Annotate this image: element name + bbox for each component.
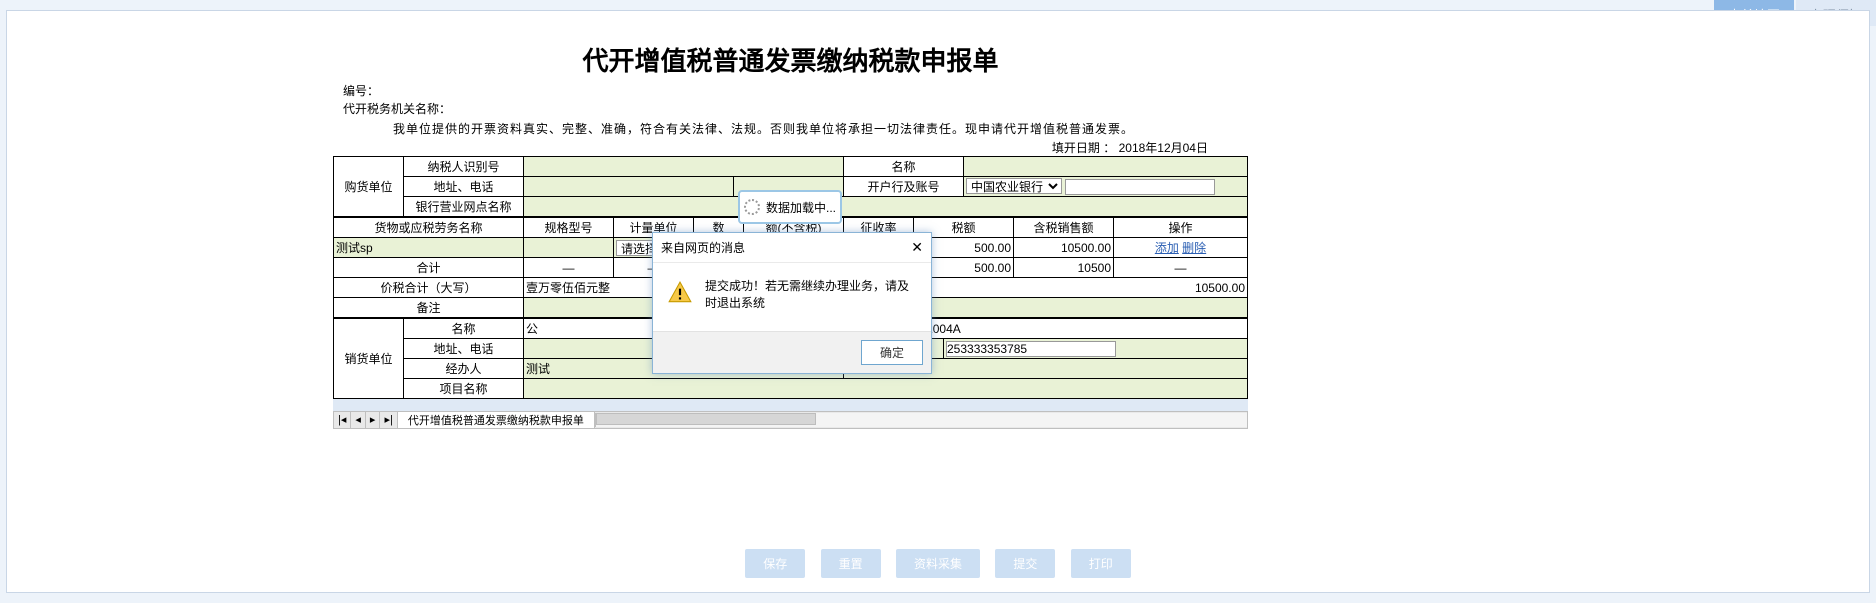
- remark-label: 备注: [334, 298, 524, 318]
- main-wrap: 代开增值税普通发票缴纳税款申报单 编号： 代开税务机关名称： 我单位提供的开票资…: [6, 10, 1870, 593]
- fill-date-value: 2018年12月04日: [1119, 141, 1208, 155]
- row-op: 添加 删除: [1114, 238, 1248, 258]
- disclaimer-text: 我单位提供的开票资料真实、完整、准确，符合有关法律、法规。否则我单位将承担一切法…: [333, 118, 1248, 139]
- reset-button[interactable]: 重置: [821, 549, 881, 578]
- sheet-tabs: |◂ ◂ ▸ ▸| 代开增值税普通发票缴纳税款申报单: [333, 411, 1248, 429]
- del-link[interactable]: 删除: [1182, 241, 1206, 255]
- warning-icon: [667, 280, 693, 309]
- seller-acc-cell: [944, 339, 1248, 359]
- nav-last[interactable]: ▸|: [380, 412, 397, 428]
- buyer-bank-select[interactable]: 中国农业银行: [966, 178, 1062, 194]
- sum-label: 合计: [334, 258, 524, 278]
- col-spec: 规格型号: [524, 218, 614, 238]
- buyer-addr-value[interactable]: [524, 177, 734, 197]
- seller-proj-label: 项目名称: [404, 379, 524, 399]
- print-button[interactable]: 打印: [1071, 549, 1131, 578]
- buyer-taxid-value[interactable]: [524, 157, 844, 177]
- fill-date-label: 填开日期 ：: [1052, 141, 1115, 155]
- buyer-name-label: 名称: [844, 157, 964, 177]
- save-button[interactable]: 保存: [745, 549, 805, 578]
- row-total: 10500.00: [1014, 238, 1114, 258]
- col-goods: 货物或应税劳务名称: [334, 218, 524, 238]
- add-link[interactable]: 添加: [1155, 241, 1179, 255]
- loading-pill: 数据加载中...: [738, 190, 842, 224]
- nav-prev[interactable]: ◂: [351, 412, 366, 428]
- seller-addr-label: 地址、电话: [404, 339, 524, 359]
- col-total: 含税销售额: [1014, 218, 1114, 238]
- spinner-icon: [744, 199, 760, 215]
- sum-d1: —: [524, 258, 614, 278]
- buyer-addr-label: 地址、电话: [404, 177, 524, 197]
- nav-first[interactable]: |◂: [334, 412, 351, 428]
- buyer-bank-acc-input[interactable]: [1065, 179, 1215, 195]
- bianhao-label: 编号：: [333, 82, 1248, 100]
- sum-d6: —: [1114, 258, 1248, 278]
- row-spec[interactable]: [524, 238, 614, 258]
- bottom-bar: 保存 重置 资料采集 提交 打印: [7, 549, 1869, 578]
- buyer-name-value[interactable]: [964, 157, 1248, 177]
- totalcn-label: 价税合计（大写）: [334, 278, 524, 298]
- submit-button[interactable]: 提交: [995, 549, 1055, 578]
- totalcn-small: 10500.00: [914, 278, 1248, 298]
- seller-bank-acc-input[interactable]: [946, 341, 1116, 357]
- message-dialog: 来自网页的消息 ✕ 提交成功！若无需继续办理业务，请及时退出系统 确定: [652, 232, 932, 374]
- ok-button[interactable]: 确定: [861, 340, 923, 365]
- seller-section: 销货单位: [334, 319, 404, 399]
- loading-text: 数据加载中...: [766, 199, 836, 216]
- buyer-branch-label: 银行营业网点名称: [404, 197, 524, 217]
- dialog-message: 提交成功！若无需继续办理业务，请及时退出系统: [705, 277, 917, 311]
- buyer-bank-cell: 中国农业银行: [964, 177, 1248, 197]
- dialog-title: 来自网页的消息: [661, 239, 745, 256]
- sheet-tab-title[interactable]: 代开增值税普通发票缴纳税款申报单: [398, 412, 595, 428]
- col-op: 操作: [1114, 218, 1248, 238]
- hscroll[interactable]: [595, 413, 1247, 427]
- seller-proj-value[interactable]: [524, 379, 1248, 399]
- close-icon[interactable]: ✕: [911, 239, 923, 256]
- sum-total: 10500: [1014, 258, 1114, 278]
- buyer-section: 购货单位: [334, 157, 404, 217]
- buyer-branch-value[interactable]: [524, 197, 1248, 217]
- nav-next[interactable]: ▸: [366, 412, 381, 428]
- seller-name-label: 名称: [404, 319, 524, 339]
- seller-agent-label: 经办人: [404, 359, 524, 379]
- row-goods[interactable]: 测试sp: [334, 238, 524, 258]
- page-title: 代开增值税普通发票缴纳税款申报单: [333, 35, 1248, 82]
- collect-button[interactable]: 资料采集: [896, 549, 980, 578]
- buyer-taxid-label: 纳税人识别号: [404, 157, 524, 177]
- scroll-thumb[interactable]: [596, 413, 816, 425]
- agency-label: 代开税务机关名称：: [333, 100, 1248, 118]
- buyer-bank-label: 开户行及账号: [844, 177, 964, 197]
